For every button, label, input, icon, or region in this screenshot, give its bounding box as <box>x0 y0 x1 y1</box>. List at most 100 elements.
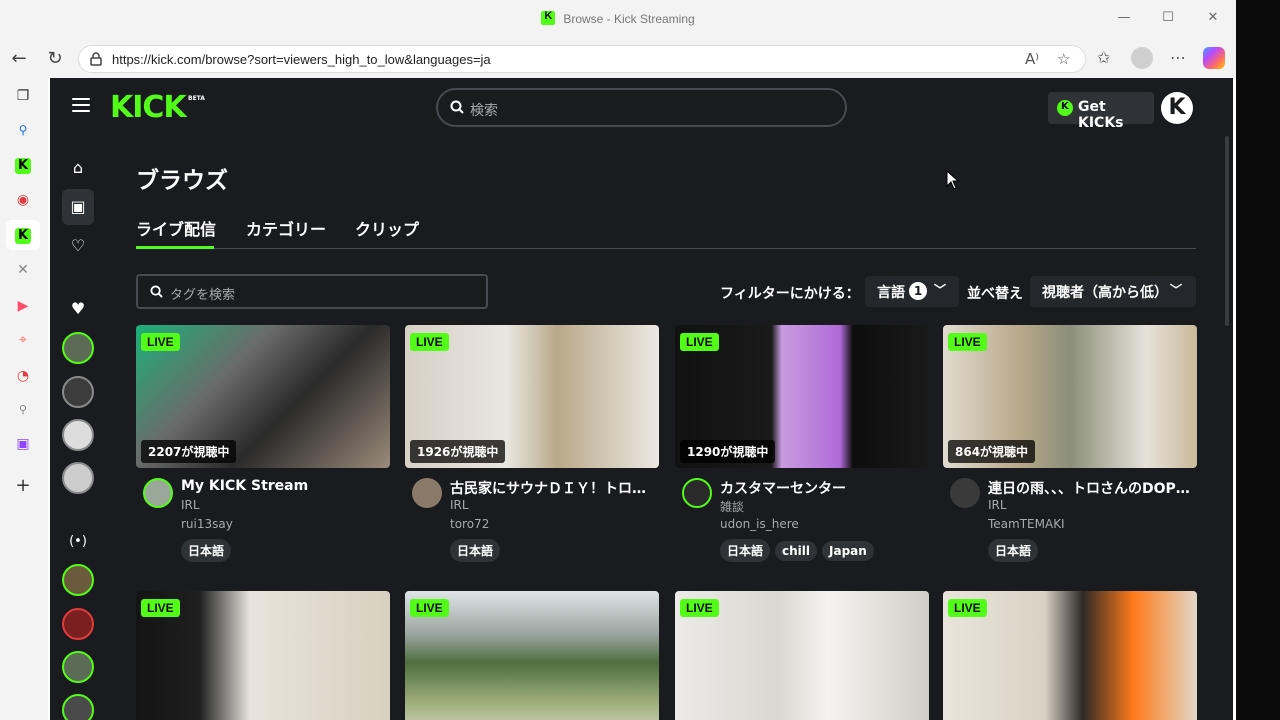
more-menu-icon[interactable]: ⋯ <box>1170 48 1186 67</box>
channel-name[interactable]: udon_is_here <box>720 517 799 531</box>
live-badge: LIVE <box>948 599 987 617</box>
read-aloud-icon[interactable]: A⁾ <box>1025 50 1039 68</box>
stream-card[interactable]: LIVE 864が視聴中 連日の雨、、、トロさんのDOPE DIY IRL Te… <box>943 325 1197 562</box>
search-tab2-icon[interactable]: ⚲ <box>13 400 33 420</box>
copilot-icon[interactable] <box>1203 47 1225 69</box>
stream-title[interactable]: カスタマーセンター <box>720 478 929 498</box>
following-heart-icon[interactable]: ♡ <box>67 235 89 257</box>
x-tab-icon[interactable]: ✕ <box>13 260 33 280</box>
followed-channel-avatar[interactable] <box>62 462 94 494</box>
tab-divider <box>136 248 1196 249</box>
stream-tag[interactable]: 日本語 <box>988 539 1039 562</box>
stream-thumbnail[interactable]: LIVE <box>943 591 1197 720</box>
youtube-tab-icon[interactable]: ▶ <box>13 296 33 316</box>
channel-name[interactable]: rui13say <box>181 517 233 531</box>
viewer-count: 2207が視聴中 <box>141 440 237 463</box>
stream-tag[interactable]: Japan <box>822 541 874 561</box>
address-bar[interactable]: https://kick.com/browse?sort=viewers_hig… <box>78 45 1086 73</box>
stream-card[interactable]: LIVE <box>136 591 390 720</box>
favorites-icon[interactable]: ✩ <box>1097 48 1110 67</box>
tag-search-input[interactable]: タグを検索 <box>136 274 488 309</box>
twitch-purple-tab-icon[interactable]: ▣ <box>13 434 33 454</box>
scrollbar[interactable] <box>1225 136 1229 326</box>
back-icon[interactable]: ← <box>7 48 31 69</box>
tab-clips[interactable]: クリップ <box>355 216 419 240</box>
stream-tag[interactable]: chill <box>775 541 818 561</box>
tab-actions-icon[interactable]: ❐ <box>13 86 33 106</box>
twitch-tab-icon[interactable]: ◉ <box>13 190 33 210</box>
channel-name[interactable]: TeamTEMAKI <box>988 517 1065 531</box>
stream-title[interactable]: 古民家にサウナＤＩＹ！トロさんのDOPE DIY <box>450 478 659 498</box>
search-input[interactable]: 検索 <box>436 88 847 127</box>
live-channel-avatar[interactable] <box>62 564 94 596</box>
stream-thumbnail[interactable]: LIVE 864が視聴中 <box>943 325 1197 468</box>
kick-tab-icon[interactable]: K <box>15 158 31 174</box>
stream-card[interactable]: LIVE 2207が視聴中 My KICK Stream IRL rui13sa… <box>136 325 390 562</box>
favorite-star-icon[interactable]: ☆ <box>1057 50 1070 68</box>
tab-live[interactable]: ライブ配信 <box>136 216 216 240</box>
channel-avatar[interactable] <box>682 478 712 508</box>
window-title: Browse - Kick Streaming <box>0 10 1236 26</box>
tab-categories[interactable]: カテゴリー <box>246 216 326 240</box>
followed-channel-avatar[interactable] <box>62 376 94 408</box>
live-channel-avatar[interactable] <box>62 651 94 683</box>
maximize-button[interactable]: ☐ <box>1158 10 1178 25</box>
viewer-count: 1290が視聴中 <box>680 440 776 463</box>
stream-card[interactable]: LIVE <box>943 591 1197 720</box>
channel-name[interactable]: toro72 <box>450 517 489 531</box>
active-tab-indicator <box>136 246 214 249</box>
minimize-button[interactable]: — <box>1114 10 1134 25</box>
stream-category[interactable]: IRL <box>450 498 469 512</box>
live-badge: LIVE <box>680 599 719 617</box>
kick-topnav: KICK BETA 検索 Get KICKs K <box>50 78 1233 136</box>
maps-tab-icon[interactable]: ⌖ <box>13 330 33 350</box>
beta-label: BETA <box>188 95 205 102</box>
followed-channel-avatar[interactable] <box>62 332 94 364</box>
stream-thumbnail[interactable]: LIVE 1290が視聴中 <box>675 325 929 468</box>
sort-label: 並べ替え <box>967 286 1023 302</box>
menu-icon[interactable] <box>72 98 90 112</box>
browser-vertical-tabs: ❐ ⚲ K ◉ K ✕ ▶ ⌖ ◔ ⚲ ▣ + <box>0 78 48 720</box>
stream-tag[interactable]: 日本語 <box>720 539 771 562</box>
browse-icon[interactable]: ▣ <box>67 196 89 218</box>
search-tab-icon[interactable]: ⚲ <box>13 120 33 140</box>
stream-thumbnail[interactable]: LIVE <box>675 591 929 720</box>
stream-thumbnail[interactable]: LIVE 1926が視聴中 <box>405 325 659 468</box>
stream-category[interactable]: IRL <box>988 498 1007 512</box>
user-avatar[interactable]: K <box>1161 92 1193 124</box>
channel-avatar[interactable] <box>412 478 442 508</box>
home-icon[interactable]: ⌂ <box>67 157 89 179</box>
stream-category[interactable]: 雑談 <box>720 498 744 515</box>
stream-thumbnail[interactable]: LIVE <box>136 591 390 720</box>
page-title: ブラウズ <box>136 168 228 194</box>
browser-titlebar: Browse - Kick Streaming — ☐ ✕ <box>0 0 1236 40</box>
stream-category[interactable]: IRL <box>181 498 200 512</box>
stream-title[interactable]: 連日の雨、、、トロさんのDOPE DIY <box>988 478 1197 498</box>
channel-avatar[interactable] <box>950 478 980 508</box>
stream-card[interactable]: LIVE <box>405 591 659 720</box>
kick-logo[interactable]: KICK <box>110 90 187 125</box>
profile-avatar[interactable] <box>1131 47 1153 69</box>
stream-thumbnail[interactable]: LIVE 2207が視聴中 <box>136 325 390 468</box>
refresh-icon[interactable]: ↻ <box>43 48 67 69</box>
stream-card[interactable]: LIVE 1926が視聴中 古民家にサウナＤＩＹ！トロさんのDOPE DIY I… <box>405 325 659 562</box>
kick-active-tab-icon[interactable]: K <box>15 228 31 244</box>
stream-tag[interactable]: 日本語 <box>450 539 501 562</box>
language-filter-button[interactable]: 言語 1 ﹀ <box>865 276 959 307</box>
get-kicks-button[interactable]: Get KICKs <box>1048 92 1154 131</box>
kicks-coin-icon <box>1057 100 1073 116</box>
new-tab-icon[interactable]: + <box>13 476 33 496</box>
speed-tab-icon[interactable]: ◔ <box>13 366 33 386</box>
followed-channel-avatar[interactable] <box>62 419 94 451</box>
live-badge: LIVE <box>410 333 449 351</box>
channel-avatar[interactable] <box>143 478 173 508</box>
live-channel-avatar[interactable] <box>62 694 94 720</box>
live-channel-avatar[interactable] <box>62 608 94 640</box>
stream-card[interactable]: LIVE 1290が視聴中 カスタマーセンター 雑談 udon_is_here … <box>675 325 929 562</box>
close-window-button[interactable]: ✕ <box>1203 10 1223 25</box>
stream-tag[interactable]: 日本語 <box>181 539 232 562</box>
sort-dropdown[interactable]: 視聴者（高から低） ﹀ <box>1030 276 1196 307</box>
stream-card[interactable]: LIVE <box>675 591 929 720</box>
stream-thumbnail[interactable]: LIVE <box>405 591 659 720</box>
stream-title[interactable]: My KICK Stream <box>181 478 390 494</box>
